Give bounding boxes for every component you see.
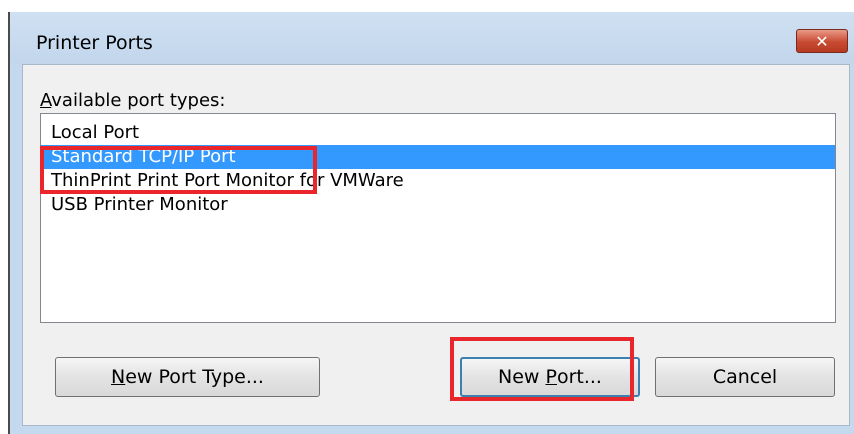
new-port-button[interactable]: New Port... [460, 357, 640, 397]
new-port-label-rest: ort... [556, 366, 602, 388]
list-item-thinprint-port-monitor[interactable]: ThinPrint Print Port Monitor for VMWare [41, 169, 835, 193]
label-text: vailable port types: [51, 90, 226, 111]
new-port-type-button[interactable]: New Port Type... [55, 357, 320, 397]
available-port-types-label: Available port types: [40, 90, 225, 111]
close-icon: ✕ [815, 31, 829, 51]
list-item-usb-printer-monitor[interactable]: USB Printer Monitor [41, 193, 835, 217]
close-button[interactable]: ✕ [796, 29, 848, 53]
new-port-type-label: ew Port Type... [125, 366, 264, 388]
title-bar[interactable]: Printer Ports ✕ [10, 12, 854, 64]
list-item-local-port[interactable]: Local Port [41, 121, 835, 145]
list-item-standard-tcpip-port[interactable]: Standard TCP/IP Port [41, 145, 835, 169]
cancel-button[interactable]: Cancel [655, 357, 835, 397]
label-accelerator: A [40, 90, 52, 111]
port-types-listbox[interactable]: Local Port Standard TCP/IP Port ThinPrin… [40, 113, 836, 323]
new-port-type-accelerator: N [111, 366, 126, 388]
new-port-label-pre: New [498, 366, 546, 388]
dialog-title: Printer Ports [36, 32, 153, 54]
new-port-accelerator: P [545, 366, 557, 388]
